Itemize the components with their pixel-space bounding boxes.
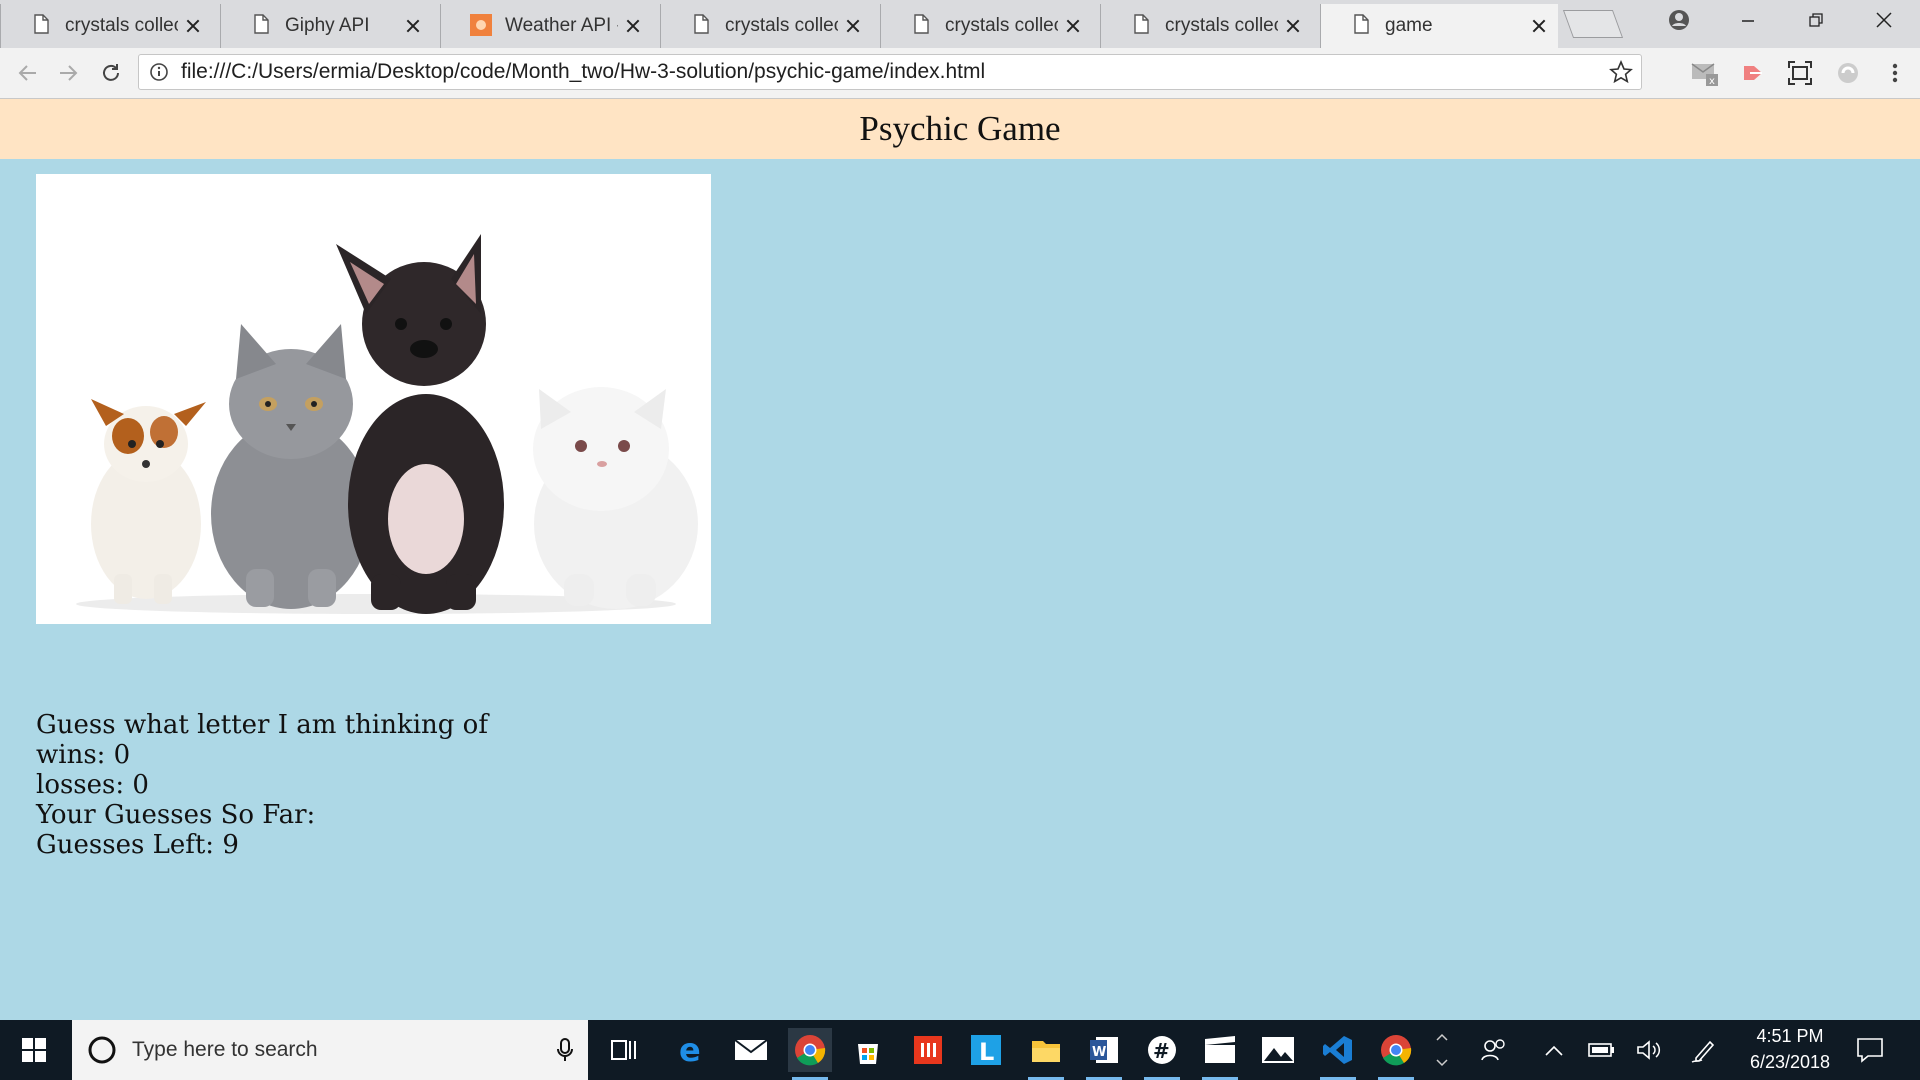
tab-crystals-collector-3[interactable]: crystals collector — [880, 4, 1092, 48]
hero-image-puppies-and-kittens — [36, 174, 711, 624]
new-tab-button[interactable] — [1562, 10, 1624, 38]
tab-weather-api[interactable]: Weather API - O — [440, 4, 652, 48]
people-icon[interactable] — [1472, 1028, 1516, 1072]
page-header: Psychic Game — [0, 99, 1920, 159]
game-panel: Guess what letter I am thinking of wins:… — [36, 710, 488, 860]
extension-icon[interactable] — [1833, 58, 1863, 88]
l-app-icon[interactable]: L — [964, 1028, 1008, 1072]
clock-time[interactable]: 4:51 PM — [1730, 1026, 1850, 1047]
tab-label: crystals collector — [725, 15, 838, 36]
wins-counter: wins: 0 — [36, 740, 131, 770]
losses-counter: losses: 0 — [36, 770, 149, 800]
mail-extension-icon[interactable]: x — [1690, 58, 1720, 88]
page-title: Psychic Game — [859, 109, 1061, 148]
close-icon[interactable] — [1064, 17, 1082, 35]
svg-text:#: # — [1153, 1039, 1170, 1063]
tab-crystals-collector-2[interactable]: crystals collector — [660, 4, 872, 48]
address-bar[interactable]: file:///C:/Users/ermia/Desktop/code/Mont… — [138, 54, 1642, 90]
tab-crystals-collector-4[interactable]: crystals collector — [1100, 4, 1312, 48]
profile-icon[interactable] — [1645, 0, 1713, 40]
screenshot-extension-icon[interactable] — [1785, 58, 1815, 88]
page-icon — [913, 14, 929, 34]
page-icon — [1353, 14, 1369, 34]
address-url: file:///C:/Users/ermia/Desktop/code/Mont… — [181, 60, 986, 83]
windows-start-icon[interactable] — [12, 1028, 56, 1072]
tab-label: crystals collector — [945, 15, 1058, 36]
svg-text:W: W — [1092, 1045, 1106, 1060]
info-icon[interactable] — [149, 62, 169, 82]
volume-icon[interactable] — [1628, 1028, 1672, 1072]
office-icon[interactable] — [906, 1028, 950, 1072]
chrome-icon[interactable] — [788, 1028, 832, 1080]
file-explorer-icon[interactable] — [1024, 1028, 1068, 1080]
search-placeholder: Type here to search — [132, 1038, 318, 1061]
guesses-left: Guesses Left: 9 — [36, 830, 239, 860]
tab-label: Giphy API — [285, 15, 370, 36]
tab-crystals-collector-1[interactable]: crystals collector — [0, 4, 212, 48]
game-prompt: Guess what letter I am thinking of — [36, 710, 488, 740]
taskbar-scroll-icon[interactable] — [1430, 1028, 1454, 1072]
clock-date[interactable]: 6/23/2018 — [1730, 1052, 1850, 1073]
chevron-up-icon[interactable] — [1532, 1028, 1576, 1072]
back-icon[interactable] — [12, 58, 42, 88]
close-window-icon[interactable] — [1850, 0, 1918, 40]
svg-text:e: e — [679, 1034, 701, 1066]
mail-icon[interactable] — [729, 1028, 773, 1072]
tab-giphy-api[interactable]: Giphy API — [220, 4, 432, 48]
close-icon[interactable] — [624, 17, 642, 35]
page-icon — [253, 14, 269, 34]
chrome-icon[interactable] — [1374, 1028, 1418, 1080]
word-icon[interactable]: W — [1082, 1028, 1126, 1080]
close-icon[interactable] — [1530, 17, 1548, 35]
close-icon[interactable] — [1284, 17, 1302, 35]
task-view-icon[interactable] — [602, 1028, 646, 1072]
bookmark-star-icon[interactable] — [1609, 60, 1633, 84]
cortana-icon — [86, 1034, 118, 1066]
guesses-so-far: Your Guesses So Far: — [36, 800, 316, 830]
svg-text:L: L — [979, 1038, 994, 1066]
microphone-icon[interactable] — [556, 1037, 574, 1063]
page-icon — [1133, 14, 1149, 34]
svg-text:x: x — [1709, 76, 1715, 87]
slack-icon[interactable]: # — [1140, 1028, 1184, 1080]
photos-icon[interactable] — [1256, 1028, 1300, 1072]
action-center-icon[interactable] — [1848, 1028, 1892, 1072]
restore-icon[interactable] — [1782, 0, 1850, 40]
close-icon[interactable] — [184, 17, 202, 35]
movies-icon[interactable] — [1198, 1028, 1242, 1080]
reload-icon[interactable] — [96, 58, 126, 88]
minimize-icon[interactable] — [1714, 0, 1782, 40]
page-icon — [33, 14, 49, 34]
windows-taskbar: Type here to search e L W # 4:51 PM 6/23… — [0, 1020, 1920, 1080]
menu-icon[interactable] — [1880, 58, 1910, 88]
browser-toolbar: file:///C:/Users/ermia/Desktop/code/Mont… — [0, 48, 1920, 99]
battery-icon[interactable] — [1580, 1028, 1624, 1072]
tab-label: crystals collector — [1165, 15, 1278, 36]
tab-label: Weather API - O — [505, 15, 618, 36]
close-icon[interactable] — [844, 17, 862, 35]
close-icon[interactable] — [404, 17, 422, 35]
store-icon[interactable] — [846, 1028, 890, 1072]
tab-label: game — [1385, 15, 1433, 36]
forward-icon[interactable] — [54, 58, 84, 88]
weather-favicon-icon — [470, 14, 492, 36]
browser-tabstrip: crystals collector Giphy API Weather API… — [0, 0, 1920, 48]
edge-icon[interactable]: e — [670, 1028, 714, 1072]
cast-extension-icon[interactable] — [1738, 58, 1768, 88]
taskbar-search-box[interactable]: Type here to search — [72, 1020, 588, 1080]
tab-label: crystals collector — [65, 15, 178, 36]
vscode-icon[interactable] — [1316, 1028, 1360, 1080]
tab-game[interactable]: game — [1320, 4, 1558, 48]
page-icon — [693, 14, 709, 34]
pen-ink-icon[interactable] — [1682, 1028, 1726, 1072]
